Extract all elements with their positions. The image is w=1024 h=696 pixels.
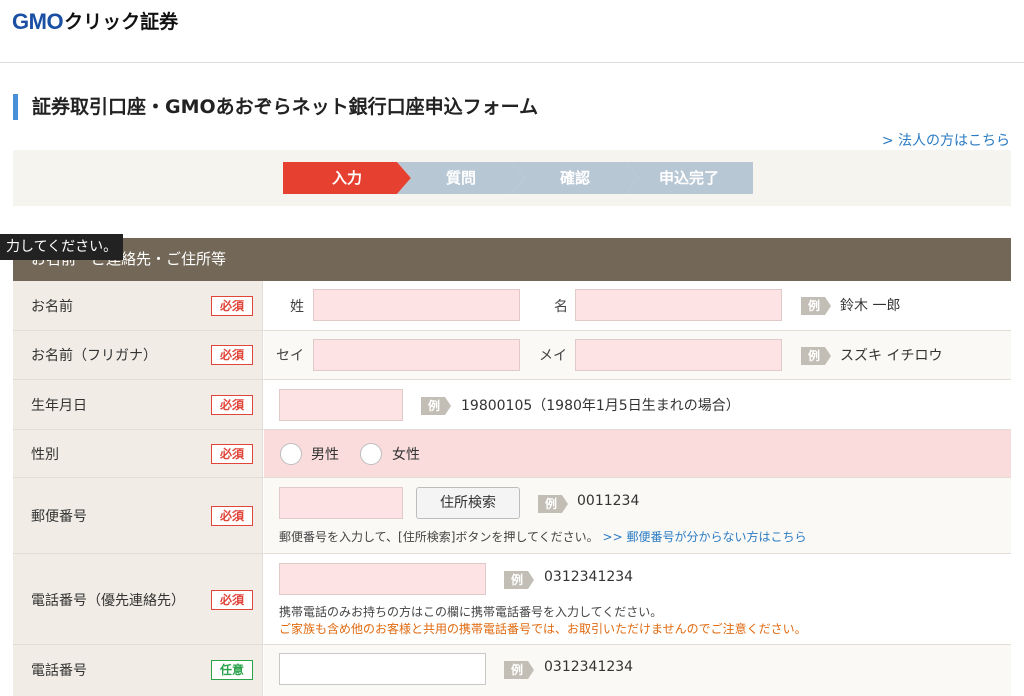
- phone-example: 0312341234: [544, 659, 634, 675]
- step-input: 入力: [283, 162, 411, 194]
- field-cell: 例 19800105（1980年1月5日生まれの場合）: [264, 380, 1011, 429]
- postal-code-note: 郵便番号を入力して、[住所検索]ボタンを押してください。 >> 郵便番号が分から…: [279, 528, 806, 545]
- phone-primary-warning: ご家族も含め他のお客様と共用の携帯電話番号では、お取引いただけませんのでご注意く…: [279, 622, 807, 636]
- label-cell: 性別 必須: [13, 430, 263, 477]
- postal-code-example: 0011234: [577, 493, 640, 509]
- optional-badge: 任意: [211, 660, 253, 680]
- female-radio[interactable]: [360, 443, 382, 465]
- gmo-click-logo[interactable]: GMO クリック証券: [12, 9, 178, 35]
- row-postal-code: 郵便番号 必須 住所検索 例 0011234 郵便番号を入力して、[住所検索]ボ…: [13, 478, 1011, 554]
- corporate-link[interactable]: > 法人の方はこちら: [882, 130, 1010, 150]
- progress-steps-bar: 入力 質問 確認 申込完了: [13, 150, 1011, 206]
- page-title: 証券取引口座・GMOあおぞらネット銀行口座申込フォーム: [13, 94, 538, 120]
- first-name-input[interactable]: [575, 289, 782, 321]
- phone-primary-example: 0312341234: [544, 569, 634, 585]
- last-kana-label: セイ: [276, 348, 304, 364]
- row-phone: 電話番号 任意 例 0312341234: [13, 645, 1011, 696]
- kana-example: スズキ イチロウ: [840, 348, 943, 364]
- field-cell: 例 0312341234: [264, 645, 1011, 696]
- birth-date-input[interactable]: [279, 389, 403, 421]
- validation-tooltip: 力してください。: [0, 234, 124, 260]
- address-search-button[interactable]: 住所検索: [416, 487, 520, 519]
- step-complete: 申込完了: [625, 162, 753, 194]
- field-cell: 姓 名 例 鈴木 一郎: [264, 281, 1011, 330]
- required-badge: 必須: [211, 296, 253, 316]
- field-cell: 例 0312341234 携帯電話のみお持ちの方はこの欄に携帯電話番号を入力して…: [264, 554, 1011, 644]
- phone-primary-input[interactable]: [279, 563, 486, 595]
- male-radio[interactable]: [280, 443, 302, 465]
- label-cell: 電話番号 任意: [13, 645, 263, 696]
- phone-primary-note: 携帯電話のみお持ちの方はこの欄に携帯電話番号を入力してください。: [279, 605, 663, 619]
- row-gender: 性別 必須 男性 女性: [13, 430, 1011, 478]
- birth-date-label: 生年月日: [31, 398, 87, 414]
- male-label[interactable]: 男性: [311, 444, 339, 464]
- row-birth-date: 生年月日 必須 例 19800105（1980年1月5日生まれの場合）: [13, 380, 1011, 430]
- field-cell: 男性 女性: [264, 430, 1011, 477]
- last-name-label: 姓: [290, 299, 304, 315]
- postal-code-note-text: 郵便番号を入力して、[住所検索]ボタンを押してください。: [279, 530, 599, 544]
- row-name: お名前 必須 姓 名 例 鈴木 一郎: [13, 281, 1011, 331]
- field-cell: セイ メイ 例 スズキ イチロウ: [264, 331, 1011, 379]
- example-badge: 例: [538, 495, 568, 513]
- last-kana-input[interactable]: [313, 339, 520, 371]
- example-badge: 例: [801, 297, 831, 315]
- field-cell: 住所検索 例 0011234 郵便番号を入力して、[住所検索]ボタンを押してくだ…: [264, 478, 1011, 553]
- label-cell: 郵便番号 必須: [13, 478, 263, 553]
- required-badge: 必須: [211, 506, 253, 526]
- phone-input[interactable]: [279, 653, 486, 685]
- required-badge: 必須: [211, 395, 253, 415]
- first-kana-input[interactable]: [575, 339, 782, 371]
- example-badge: 例: [504, 571, 534, 589]
- section-header: お名前・ご連絡先・ご住所等: [13, 238, 1011, 281]
- label-cell: 生年月日 必須: [13, 380, 263, 429]
- phone-label: 電話番号: [31, 663, 87, 679]
- step-question: 質問: [397, 162, 525, 194]
- header: GMO クリック証券: [0, 0, 1024, 63]
- row-phone-primary: 電話番号（優先連絡先） 必須 例 0312341234 携帯電話のみお持ちの方は…: [13, 554, 1011, 645]
- required-badge: 必須: [211, 345, 253, 365]
- postal-code-label: 郵便番号: [31, 509, 87, 525]
- row-kana: お名前（フリガナ） 必須 セイ メイ 例 スズキ イチロウ: [13, 331, 1011, 380]
- required-badge: 必須: [211, 444, 253, 464]
- name-label: お名前: [31, 299, 73, 315]
- first-kana-label: メイ: [539, 348, 567, 364]
- last-name-input[interactable]: [313, 289, 520, 321]
- label-cell: お名前 必須: [13, 281, 263, 330]
- name-example: 鈴木 一郎: [840, 298, 901, 314]
- postal-code-unknown-link[interactable]: >> 郵便番号が分からない方はこちら: [603, 530, 807, 544]
- postal-code-input[interactable]: [279, 487, 403, 519]
- example-badge: 例: [504, 661, 534, 679]
- female-label[interactable]: 女性: [392, 444, 420, 464]
- required-badge: 必須: [211, 590, 253, 610]
- label-cell: 電話番号（優先連絡先） 必須: [13, 554, 263, 644]
- label-cell: お名前（フリガナ） 必須: [13, 331, 263, 379]
- logo-gmo-text: GMO: [12, 9, 64, 34]
- logo-ja-text: クリック証券: [64, 11, 179, 33]
- phone-primary-label: 電話番号（優先連絡先）: [31, 593, 185, 609]
- gender-label: 性別: [31, 447, 59, 463]
- example-badge: 例: [421, 397, 451, 415]
- birth-date-example: 19800105（1980年1月5日生まれの場合）: [461, 398, 740, 414]
- example-badge: 例: [801, 347, 831, 365]
- first-name-label: 名: [554, 299, 568, 315]
- kana-label: お名前（フリガナ）: [31, 348, 157, 364]
- step-confirm: 確認: [511, 162, 639, 194]
